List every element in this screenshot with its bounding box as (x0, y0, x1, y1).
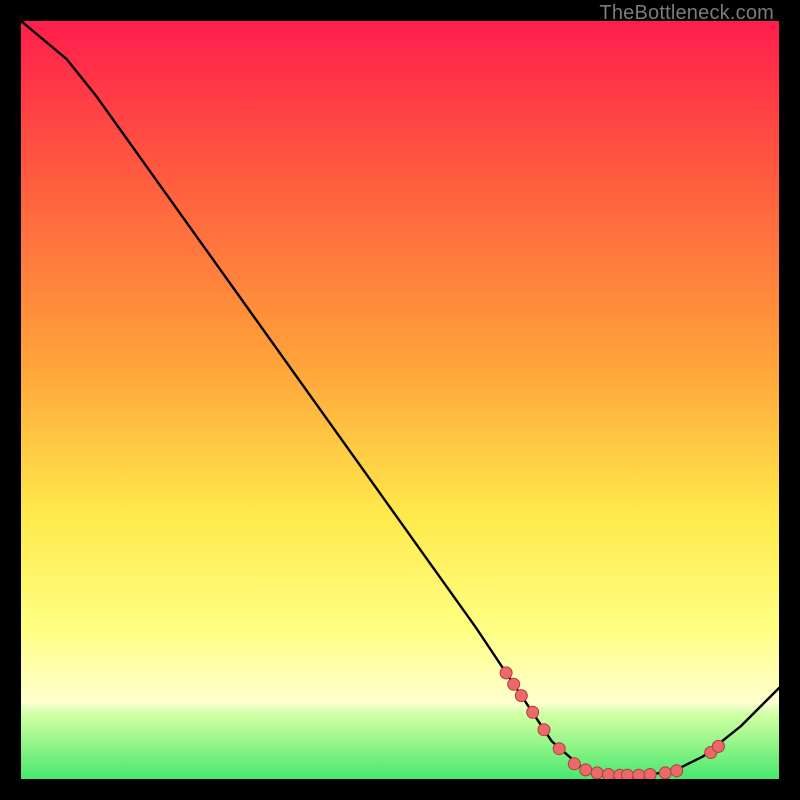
plot-area (21, 21, 779, 779)
chart-frame: TheBottleneck.com (0, 0, 800, 800)
watermark-text: TheBottleneck.com (599, 2, 774, 25)
